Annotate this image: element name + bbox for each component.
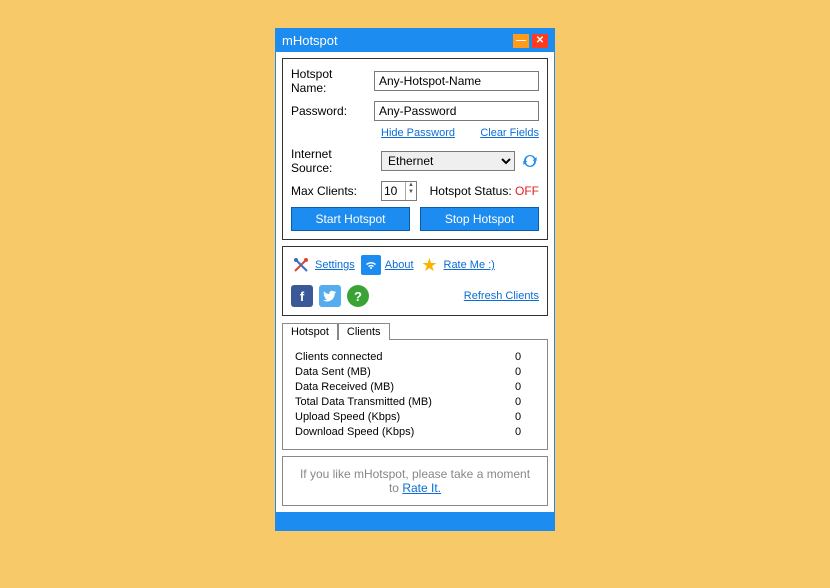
tools-panel: Settings About ★ Rate Me :) f ?	[282, 246, 548, 316]
stats-tabs: Hotspot Clients	[282, 322, 548, 339]
tab-body: Clients connected0 Data Sent (MB)0 Data …	[282, 339, 548, 450]
star-icon: ★	[420, 255, 440, 275]
minimize-button[interactable]: —	[513, 34, 529, 48]
refresh-source-icon[interactable]	[521, 152, 539, 170]
start-hotspot-button[interactable]: Start Hotspot	[291, 207, 410, 231]
tab-clients[interactable]: Clients	[338, 323, 390, 340]
bottom-bar	[276, 512, 554, 530]
rate-it-link[interactable]: Rate It.	[402, 481, 441, 495]
stop-hotspot-button[interactable]: Stop Hotspot	[420, 207, 539, 231]
window-title: mHotspot	[282, 33, 513, 48]
stat-row: Clients connected0	[295, 351, 535, 363]
max-clients-spinner[interactable]: ▲ ▼	[381, 181, 417, 201]
stat-row: Upload Speed (Kbps)0	[295, 411, 535, 423]
internet-source-label: Internet Source:	[291, 147, 375, 175]
password-input[interactable]	[374, 101, 539, 121]
wifi-icon	[361, 255, 381, 275]
max-clients-input[interactable]	[382, 182, 405, 200]
password-label: Password:	[291, 104, 368, 118]
app-window: mHotspot — ✕ Hotspot Name: Password: Hid…	[275, 28, 555, 531]
settings-icon	[291, 255, 311, 275]
facebook-icon[interactable]: f	[291, 285, 313, 307]
spinner-down-icon[interactable]: ▼	[406, 189, 416, 196]
tab-hotspot[interactable]: Hotspot	[282, 323, 338, 340]
about-link[interactable]: About	[385, 259, 414, 271]
hotspot-status-value: OFF	[515, 184, 539, 198]
internet-source-select[interactable]: Ethernet	[381, 151, 515, 171]
stat-row: Download Speed (Kbps)0	[295, 426, 535, 438]
titlebar: mHotspot — ✕	[276, 29, 554, 52]
twitter-icon[interactable]	[319, 285, 341, 307]
hotspot-status-label: Hotspot Status: OFF	[430, 184, 539, 198]
hotspot-name-label: Hotspot Name:	[291, 67, 368, 95]
hotspot-name-input[interactable]	[374, 71, 539, 91]
footer-panel: If you like mHotspot, please take a mome…	[282, 456, 548, 506]
rate-me-link[interactable]: Rate Me :)	[444, 259, 495, 271]
clear-fields-link[interactable]: Clear Fields	[460, 127, 539, 139]
stat-row: Data Sent (MB)0	[295, 366, 535, 378]
settings-link[interactable]: Settings	[315, 259, 355, 271]
config-panel: Hotspot Name: Password: Hide Password Cl…	[282, 58, 548, 240]
stat-row: Data Received (MB)0	[295, 381, 535, 393]
spinner-up-icon[interactable]: ▲	[406, 182, 416, 189]
refresh-clients-link[interactable]: Refresh Clients	[464, 290, 539, 302]
window-controls: — ✕	[513, 34, 548, 48]
hide-password-link[interactable]: Hide Password	[381, 127, 460, 139]
stat-row: Total Data Transmitted (MB)0	[295, 396, 535, 408]
close-button[interactable]: ✕	[532, 34, 548, 48]
content: Hotspot Name: Password: Hide Password Cl…	[276, 52, 554, 512]
max-clients-label: Max Clients:	[291, 184, 375, 198]
help-icon[interactable]: ?	[347, 285, 369, 307]
